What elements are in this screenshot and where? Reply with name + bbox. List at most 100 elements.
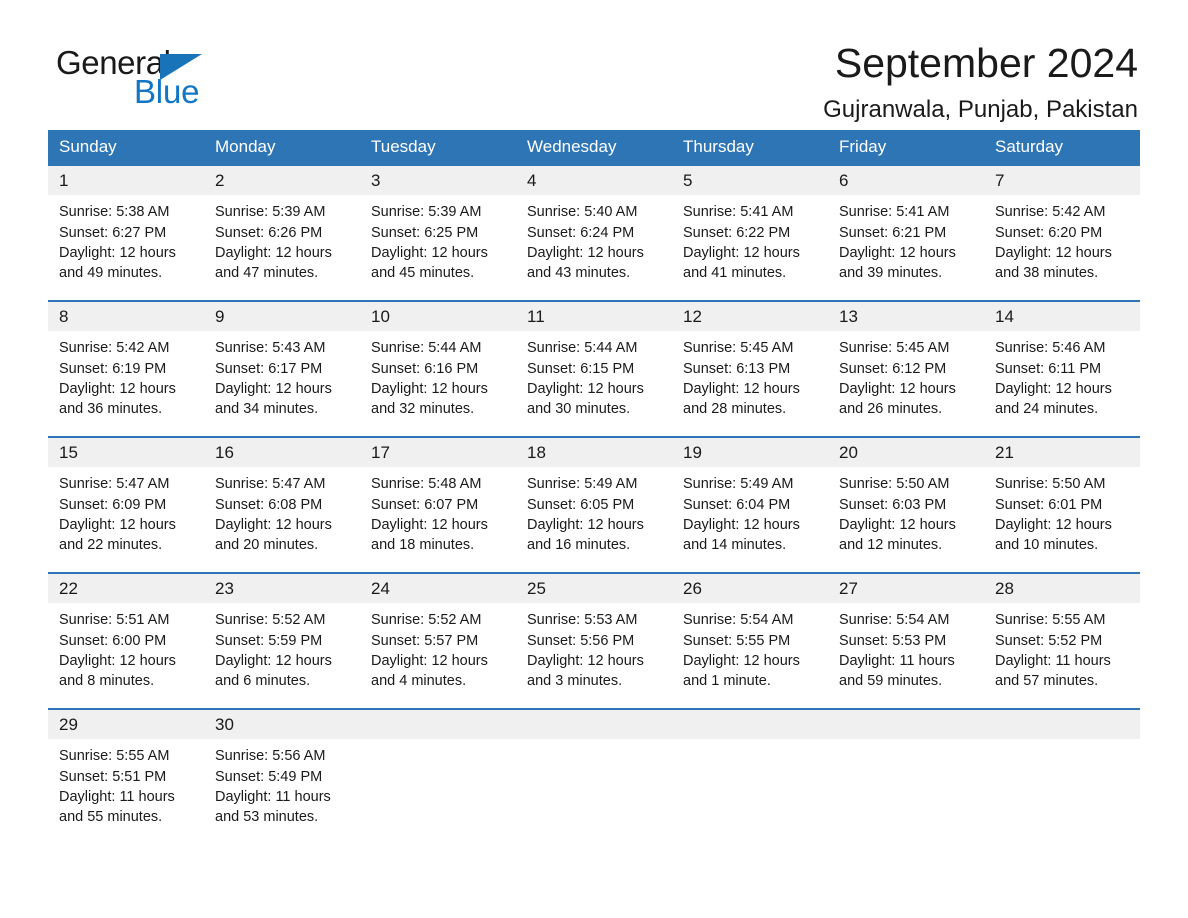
day-sun-info: Sunrise: 5:39 AM Sunset: 6:26 PM Daylight:… bbox=[204, 195, 360, 283]
calendar-day-cell[interactable]: 5 Sunrise: 5:41 AM Sunset: 6:22 PM Daylight… bbox=[672, 165, 828, 301]
day-cell-inner: 9 Sunrise: 5:43 AM Sunset: 6:17 PM Daylight… bbox=[204, 301, 360, 436]
calendar-header-row: Sunday Monday Tuesday Wednesday Thursday… bbox=[48, 130, 1140, 166]
calendar-day-cell[interactable]: 3 Sunrise: 5:39 AM Sunset: 6:25 PM Daylight… bbox=[360, 165, 516, 301]
day-number: 4 bbox=[516, 165, 672, 196]
day-number: 24 bbox=[360, 573, 516, 604]
day-cell-inner: 27 Sunrise: 5:54 AM Sunset: 5:53 PM Dayligh… bbox=[828, 573, 984, 708]
day-cell-inner bbox=[672, 709, 828, 835]
day-number: 5 bbox=[672, 165, 828, 196]
calendar-day-cell[interactable]: 17 Sunrise: 5:48 AM Sunset: 6:07 PM Dayligh… bbox=[360, 435, 516, 573]
calendar-day-cell[interactable]: 7 Sunrise: 5:42 AM Sunset: 6:20 PM Daylight… bbox=[984, 165, 1140, 301]
logo-text-blue: Blue bbox=[134, 73, 200, 110]
general-blue-logo: General Blue bbox=[56, 46, 266, 116]
calendar-day-cell[interactable]: 8 Sunrise: 5:42 AM Sunset: 6:19 PM Daylight… bbox=[48, 299, 204, 437]
day-sun-info: Sunrise: 5:43 AM Sunset: 6:17 PM Daylight:… bbox=[204, 331, 360, 419]
calendar-day-cell[interactable]: 27 Sunrise: 5:54 AM Sunset: 5:53 PM Dayligh… bbox=[828, 571, 984, 709]
sunrise-text: Sunrise: 5:49 AM bbox=[527, 476, 638, 493]
calendar-day-cell[interactable]: 25 Sunrise: 5:53 AM Sunset: 5:56 PM Dayligh… bbox=[516, 571, 672, 709]
day-number: 22 bbox=[48, 573, 204, 604]
sunrise-text: Sunrise: 5:52 AM bbox=[371, 612, 482, 629]
sunset-text: Sunset: 6:09 PM bbox=[59, 496, 167, 513]
daylight-text: Daylight: 12 hours and 43 minutes. bbox=[527, 244, 644, 282]
day-cell-inner: 8 Sunrise: 5:42 AM Sunset: 6:19 PM Daylight… bbox=[48, 301, 204, 436]
calendar-day-cell[interactable]: 24 Sunrise: 5:52 AM Sunset: 5:57 PM Dayligh… bbox=[360, 571, 516, 709]
calendar-day-cell[interactable]: 12 Sunrise: 5:45 AM Sunset: 6:13 PM Dayligh… bbox=[672, 299, 828, 437]
sunrise-text: Sunrise: 5:49 AM bbox=[683, 476, 794, 493]
day-cell-inner: 16 Sunrise: 5:47 AM Sunset: 6:08 PM Dayligh… bbox=[204, 437, 360, 572]
daylight-text: Daylight: 12 hours and 3 minutes. bbox=[527, 652, 644, 690]
daylight-text: Daylight: 12 hours and 8 minutes. bbox=[59, 652, 176, 690]
calendar-day-cell[interactable]: 6 Sunrise: 5:41 AM Sunset: 6:21 PM Daylight… bbox=[828, 165, 984, 301]
day-sun-info: Sunrise: 5:51 AM Sunset: 6:00 PM Daylight:… bbox=[48, 603, 204, 691]
calendar-empty-cell bbox=[828, 707, 984, 835]
day-cell-inner: 25 Sunrise: 5:53 AM Sunset: 5:56 PM Dayligh… bbox=[516, 573, 672, 708]
sunset-text: Sunset: 6:17 PM bbox=[215, 360, 323, 377]
calendar-day-cell[interactable]: 20 Sunrise: 5:50 AM Sunset: 6:03 PM Dayligh… bbox=[828, 435, 984, 573]
calendar-day-cell[interactable]: 29 Sunrise: 5:55 AM Sunset: 5:51 PM Dayligh… bbox=[48, 707, 204, 835]
day-cell-inner: 28 Sunrise: 5:55 AM Sunset: 5:52 PM Dayligh… bbox=[984, 573, 1140, 708]
calendar-day-cell[interactable]: 21 Sunrise: 5:50 AM Sunset: 6:01 PM Dayligh… bbox=[984, 435, 1140, 573]
calendar-day-cell[interactable]: 11 Sunrise: 5:44 AM Sunset: 6:15 PM Dayligh… bbox=[516, 299, 672, 437]
day-sun-info: Sunrise: 5:41 AM Sunset: 6:22 PM Daylight:… bbox=[672, 195, 828, 283]
calendar-day-cell[interactable]: 23 Sunrise: 5:52 AM Sunset: 5:59 PM Dayligh… bbox=[204, 571, 360, 709]
calendar-day-cell[interactable]: 19 Sunrise: 5:49 AM Sunset: 6:04 PM Dayligh… bbox=[672, 435, 828, 573]
calendar-day-cell[interactable]: 30 Sunrise: 5:56 AM Sunset: 5:49 PM Dayligh… bbox=[204, 707, 360, 835]
daylight-text: Daylight: 12 hours and 26 minutes. bbox=[839, 380, 956, 418]
weekday-header-thursday: Thursday bbox=[672, 130, 828, 166]
sunset-text: Sunset: 6:21 PM bbox=[839, 224, 947, 241]
calendar-empty-cell bbox=[984, 707, 1140, 835]
sunset-text: Sunset: 6:27 PM bbox=[59, 224, 167, 241]
calendar-day-cell[interactable]: 2 Sunrise: 5:39 AM Sunset: 6:26 PM Daylight… bbox=[204, 165, 360, 301]
daylight-text: Daylight: 11 hours and 53 minutes. bbox=[215, 788, 331, 826]
day-number: 20 bbox=[828, 437, 984, 468]
day-cell-inner: 24 Sunrise: 5:52 AM Sunset: 5:57 PM Dayligh… bbox=[360, 573, 516, 708]
calendar-day-cell[interactable]: 9 Sunrise: 5:43 AM Sunset: 6:17 PM Daylight… bbox=[204, 299, 360, 437]
sunrise-text: Sunrise: 5:46 AM bbox=[995, 340, 1106, 357]
calendar-day-cell[interactable]: 4 Sunrise: 5:40 AM Sunset: 6:24 PM Daylight… bbox=[516, 165, 672, 301]
weekday-header-monday: Monday bbox=[204, 130, 360, 166]
day-sun-info: Sunrise: 5:38 AM Sunset: 6:27 PM Daylight:… bbox=[48, 195, 204, 283]
calendar-day-cell[interactable]: 22 Sunrise: 5:51 AM Sunset: 6:00 PM Dayligh… bbox=[48, 571, 204, 709]
calendar-day-cell[interactable]: 13 Sunrise: 5:45 AM Sunset: 6:12 PM Dayligh… bbox=[828, 299, 984, 437]
day-sun-info: Sunrise: 5:48 AM Sunset: 6:07 PM Daylight:… bbox=[360, 467, 516, 555]
day-number: 17 bbox=[360, 437, 516, 468]
calendar-day-cell[interactable]: 16 Sunrise: 5:47 AM Sunset: 6:08 PM Dayligh… bbox=[204, 435, 360, 573]
sunrise-text: Sunrise: 5:41 AM bbox=[683, 204, 794, 221]
day-cell-inner: 6 Sunrise: 5:41 AM Sunset: 6:21 PM Daylight… bbox=[828, 165, 984, 300]
day-number: 6 bbox=[828, 165, 984, 196]
day-sun-info: Sunrise: 5:50 AM Sunset: 6:01 PM Daylight:… bbox=[984, 467, 1140, 555]
daylight-text: Daylight: 12 hours and 4 minutes. bbox=[371, 652, 488, 690]
day-number: 7 bbox=[984, 165, 1140, 196]
day-number: 27 bbox=[828, 573, 984, 604]
day-cell-inner: 1 Sunrise: 5:38 AM Sunset: 6:27 PM Daylight… bbox=[48, 165, 204, 300]
day-sun-info: Sunrise: 5:46 AM Sunset: 6:11 PM Daylight:… bbox=[984, 331, 1140, 419]
day-cell-inner: 17 Sunrise: 5:48 AM Sunset: 6:07 PM Dayligh… bbox=[360, 437, 516, 572]
day-cell-inner: 20 Sunrise: 5:50 AM Sunset: 6:03 PM Dayligh… bbox=[828, 437, 984, 572]
daylight-text: Daylight: 12 hours and 20 minutes. bbox=[215, 516, 332, 554]
sunrise-text: Sunrise: 5:53 AM bbox=[527, 612, 638, 629]
sunrise-text: Sunrise: 5:50 AM bbox=[995, 476, 1106, 493]
calendar-day-cell[interactable]: 15 Sunrise: 5:47 AM Sunset: 6:09 PM Dayligh… bbox=[48, 435, 204, 573]
sunrise-text: Sunrise: 5:47 AM bbox=[59, 476, 170, 493]
calendar-table: Sunday Monday Tuesday Wednesday Thursday… bbox=[48, 130, 1140, 835]
sunset-text: Sunset: 5:49 PM bbox=[215, 768, 323, 785]
calendar-day-cell[interactable]: 14 Sunrise: 5:46 AM Sunset: 6:11 PM Dayligh… bbox=[984, 299, 1140, 437]
sunrise-text: Sunrise: 5:39 AM bbox=[371, 204, 482, 221]
calendar-day-cell[interactable]: 26 Sunrise: 5:54 AM Sunset: 5:55 PM Dayligh… bbox=[672, 571, 828, 709]
daylight-text: Daylight: 12 hours and 41 minutes. bbox=[683, 244, 800, 282]
calendar-day-cell[interactable]: 18 Sunrise: 5:49 AM Sunset: 6:05 PM Dayligh… bbox=[516, 435, 672, 573]
daylight-text: Daylight: 12 hours and 34 minutes. bbox=[215, 380, 332, 418]
day-sun-info: Sunrise: 5:52 AM Sunset: 5:59 PM Daylight:… bbox=[204, 603, 360, 691]
sunset-text: Sunset: 6:25 PM bbox=[371, 224, 479, 241]
day-number: 23 bbox=[204, 573, 360, 604]
sunset-text: Sunset: 6:15 PM bbox=[527, 360, 635, 377]
day-number: 15 bbox=[48, 437, 204, 468]
sunrise-text: Sunrise: 5:52 AM bbox=[215, 612, 326, 629]
day-number: 2 bbox=[204, 165, 360, 196]
calendar-day-cell[interactable]: 1 Sunrise: 5:38 AM Sunset: 6:27 PM Daylight… bbox=[48, 165, 204, 301]
day-sun-info: Sunrise: 5:39 AM Sunset: 6:25 PM Daylight:… bbox=[360, 195, 516, 283]
calendar-day-cell[interactable]: 28 Sunrise: 5:55 AM Sunset: 5:52 PM Dayligh… bbox=[984, 571, 1140, 709]
day-number: 1 bbox=[48, 165, 204, 196]
calendar-day-cell[interactable]: 10 Sunrise: 5:44 AM Sunset: 6:16 PM Dayligh… bbox=[360, 299, 516, 437]
day-sun-info: Sunrise: 5:55 AM Sunset: 5:52 PM Daylight:… bbox=[984, 603, 1140, 691]
